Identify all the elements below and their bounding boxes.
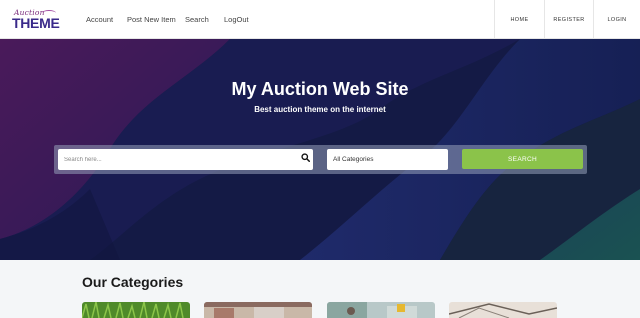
categories-section: Our Categories <box>0 260 640 318</box>
hero-title: My Auction Web Site <box>231 79 409 99</box>
search-icon[interactable] <box>301 153 310 162</box>
nav-home-link[interactable]: HOME <box>494 0 544 39</box>
nav-account-link[interactable]: Account <box>86 15 113 24</box>
nav-login-link[interactable]: LOGIN <box>593 0 640 39</box>
nav-search-link[interactable]: Search <box>185 15 209 24</box>
category-select[interactable]: All Categories <box>327 149 448 170</box>
categories-title: Our Categories <box>82 274 184 290</box>
search-panel: All Categories SEARCH <box>54 145 587 174</box>
nav-logout-link[interactable]: LogOut <box>224 15 249 24</box>
nav-register-link[interactable]: REGISTER <box>544 0 593 39</box>
site-logo[interactable]: Auction THEME <box>12 8 60 32</box>
logo-main-text: THEME <box>12 15 60 31</box>
site-header: Auction THEME Account Post New Item Sear… <box>0 0 640 39</box>
hero-subtitle: Best auction theme on the internet <box>254 105 386 114</box>
search-input[interactable] <box>58 149 313 170</box>
hero-banner: My Auction Web Site Best auction theme o… <box>0 39 640 260</box>
search-button[interactable]: SEARCH <box>462 149 583 169</box>
nav-post-new-item-link[interactable]: Post New Item <box>127 15 176 24</box>
